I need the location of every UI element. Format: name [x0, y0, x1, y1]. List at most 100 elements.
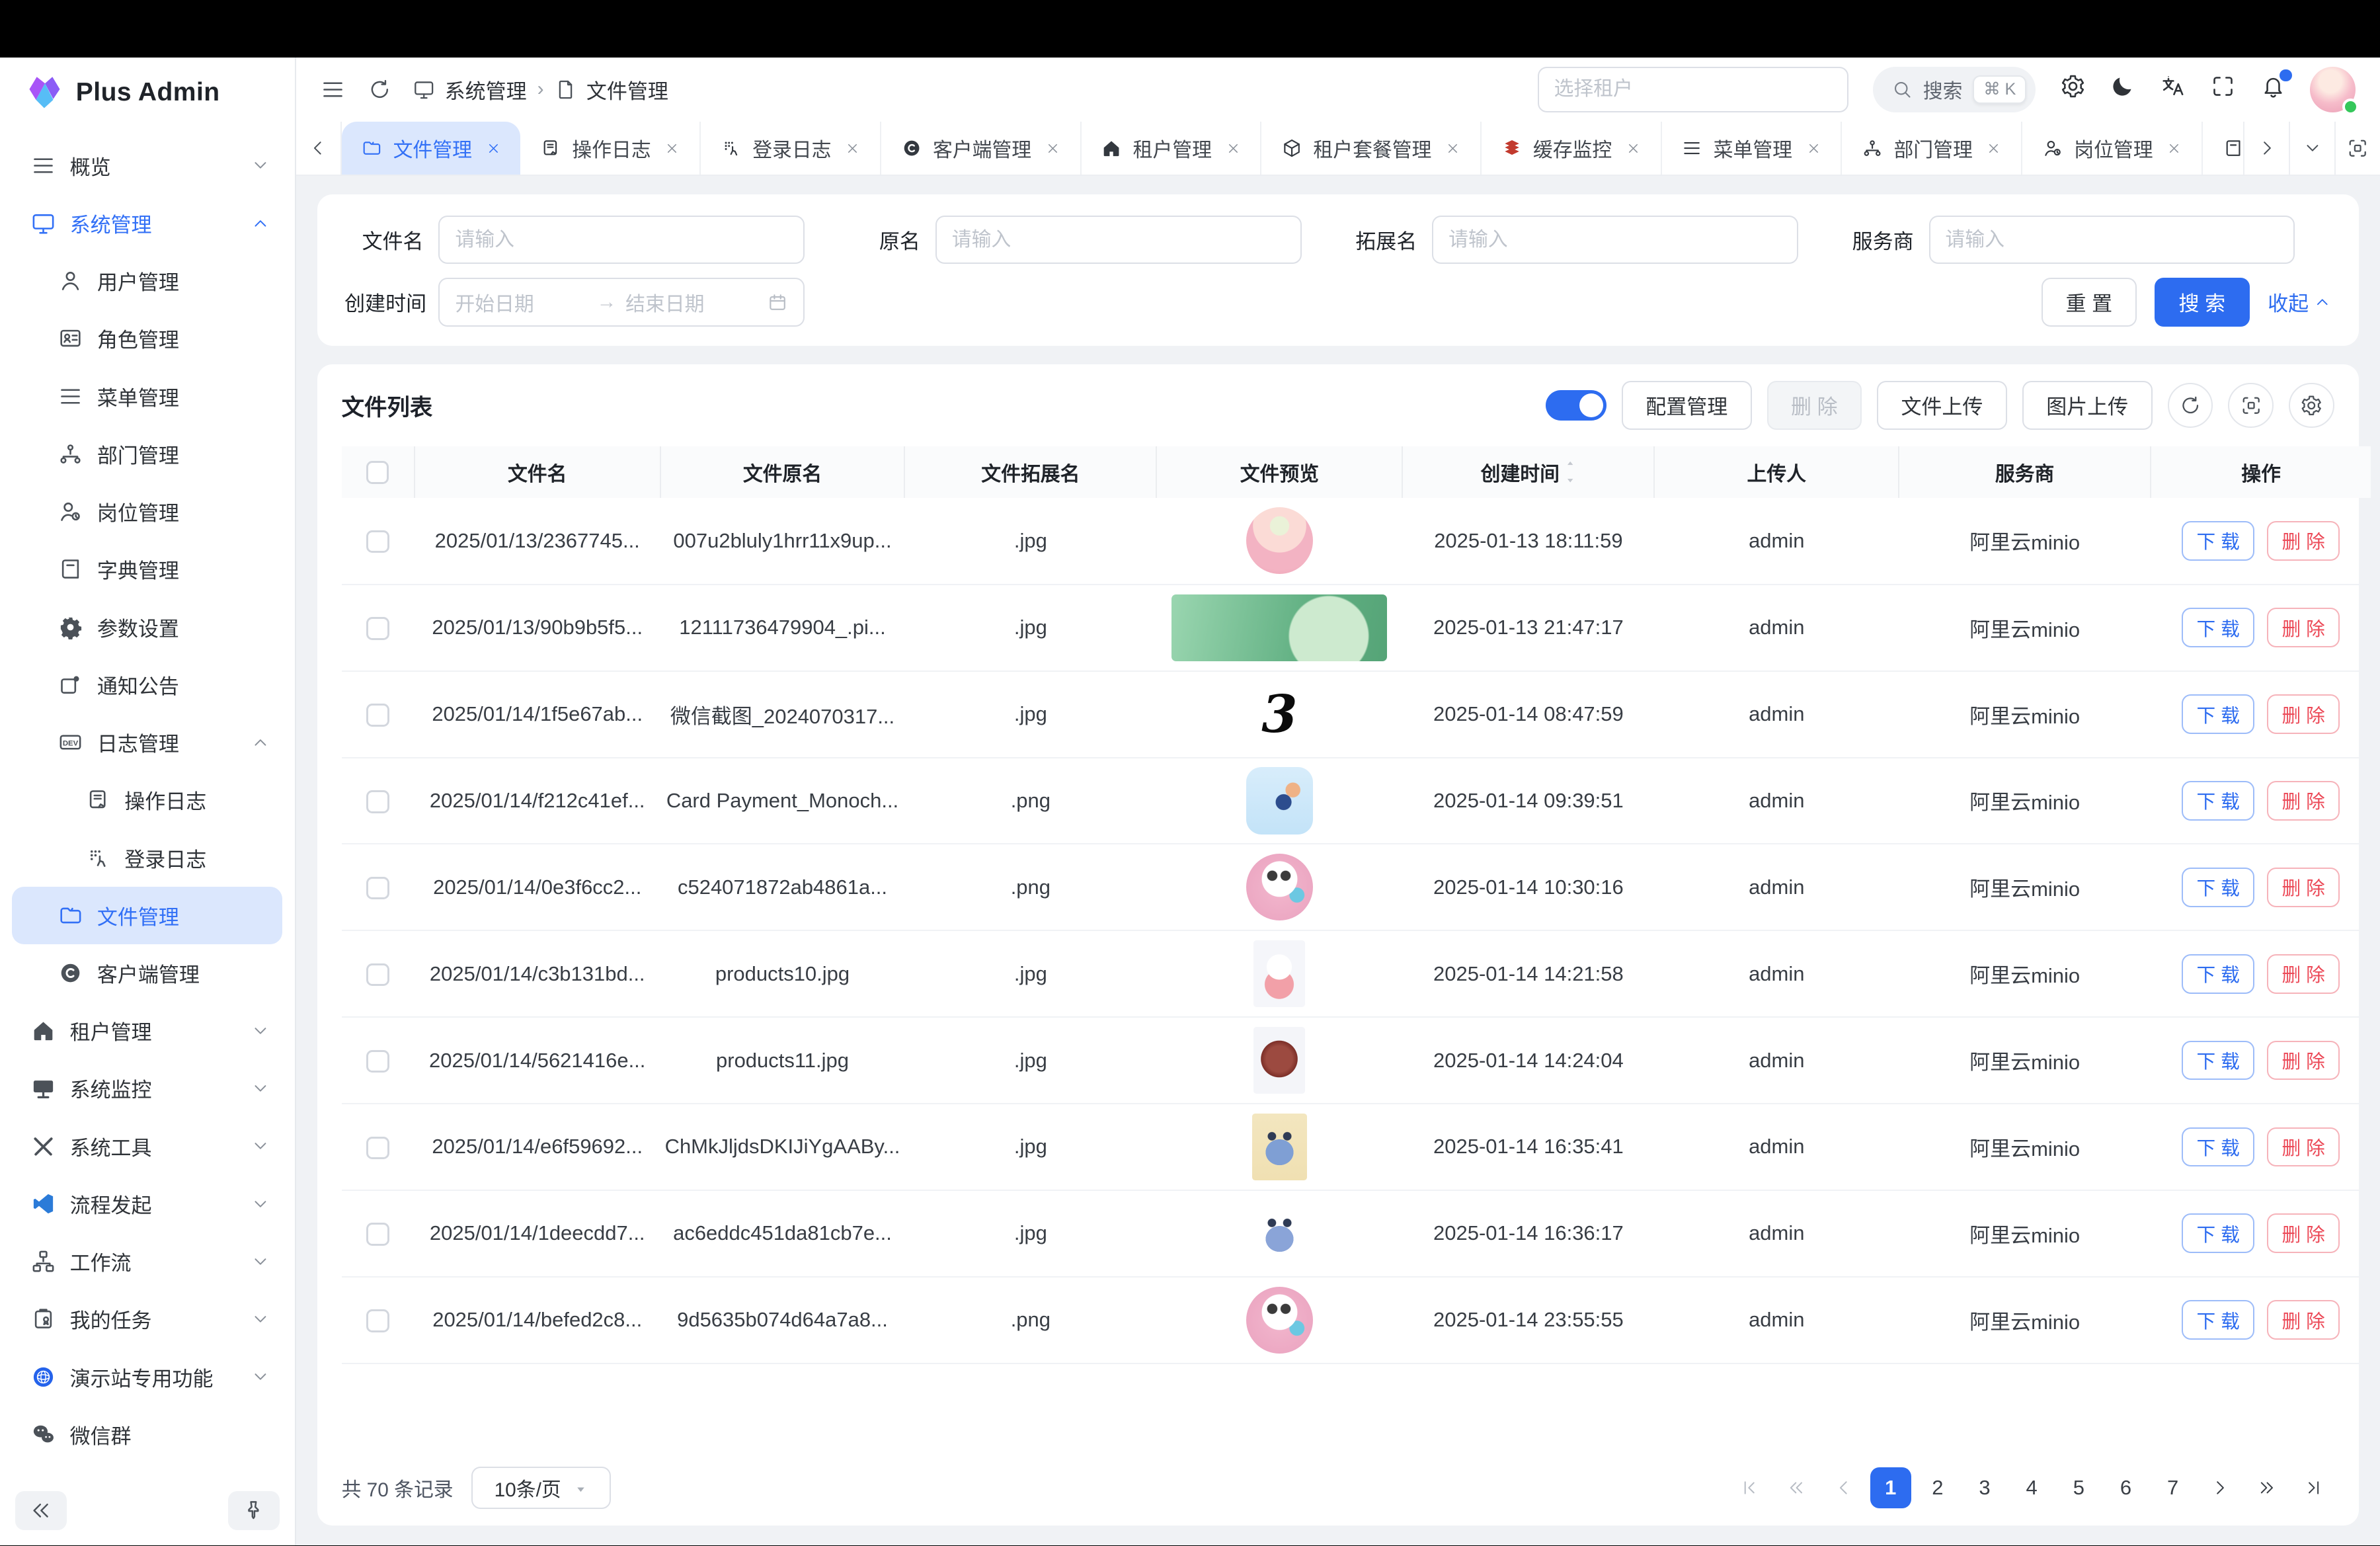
download-button[interactable]: 下 载	[2182, 868, 2255, 907]
sidebar-item-租户管理[interactable]: 租户管理	[12, 1002, 282, 1059]
refresh-page-icon[interactable]	[368, 77, 392, 102]
hamburger-icon[interactable]	[320, 77, 346, 102]
notifications-button[interactable]	[2260, 73, 2286, 105]
settings-button[interactable]	[2060, 73, 2086, 105]
sortable-column[interactable]: 创建时间	[1481, 458, 1577, 487]
fullscreen-button[interactable]	[2210, 73, 2236, 105]
prev-page-button[interactable]	[1823, 1467, 1864, 1508]
breadcrumb-item[interactable]: 文件管理	[555, 75, 668, 104]
download-button[interactable]: 下 载	[2182, 694, 2255, 734]
文件名-input[interactable]	[455, 229, 788, 251]
file-preview-thumbnail-pink-cat-product[interactable]	[1253, 940, 1305, 1007]
page-button-3[interactable]: 3	[1964, 1467, 2005, 1508]
tab-登录日志[interactable]: 登录日志	[701, 122, 881, 175]
tabs-menu-button[interactable]	[2289, 122, 2334, 175]
first-page-button[interactable]	[1729, 1467, 1770, 1508]
sidebar-item-角色管理[interactable]: 角色管理	[12, 309, 282, 367]
原名-input[interactable]	[952, 229, 1285, 251]
collapse-sidebar-button[interactable]	[15, 1491, 67, 1531]
file-preview-thumbnail-dark-red-ball-product[interactable]	[1253, 1027, 1305, 1094]
sidebar-item-部门管理[interactable]: 部门管理	[12, 425, 282, 483]
sidebar-item-我的任务[interactable]: 我的任务	[12, 1290, 282, 1348]
拓展名-input[interactable]	[1448, 229, 1782, 251]
toolbar-button-图片上传[interactable]: 图片上传	[2022, 381, 2153, 429]
toolbar-button-文件上传[interactable]: 文件上传	[1877, 381, 2007, 429]
row-checkbox[interactable]	[366, 1309, 389, 1332]
tabs-scroll-right-button[interactable]	[2243, 122, 2289, 175]
page-button-1[interactable]: 1	[1870, 1467, 1911, 1508]
breadcrumb-item[interactable]: 系统管理	[413, 75, 526, 104]
sidebar-item-概览[interactable]: 概览	[12, 137, 282, 194]
avatar[interactable]	[2310, 67, 2356, 112]
sidebar-item-日志管理[interactable]: DEV日志管理	[12, 713, 282, 771]
language-button[interactable]	[2160, 73, 2186, 105]
download-button[interactable]: 下 载	[2182, 1127, 2255, 1167]
tab-菜单管理[interactable]: 菜单管理	[1662, 122, 1843, 175]
page-button-6[interactable]: 6	[2105, 1467, 2146, 1508]
sidebar-item-流程发起[interactable]: 流程发起	[12, 1175, 282, 1233]
tab-缓存监控[interactable]: 缓存监控	[1482, 122, 1662, 175]
sidebar-item-用户管理[interactable]: 用户管理	[12, 252, 282, 309]
file-preview-thumbnail-robot-sunglasses[interactable]	[1246, 1287, 1313, 1354]
page-size-select[interactable]: 10条/页	[471, 1467, 611, 1509]
row-checkbox[interactable]	[366, 1137, 389, 1159]
sidebar-item-字典管理[interactable]: 字典管理	[12, 540, 282, 598]
table-fullscreen-button[interactable]	[2228, 383, 2274, 428]
collapse-filters-link[interactable]: 收起	[2268, 287, 2331, 317]
download-button[interactable]: 下 载	[2182, 1300, 2255, 1340]
tab-客户端管理[interactable]: 客户端管理	[881, 122, 1082, 175]
reset-button[interactable]: 重 置	[2042, 278, 2136, 326]
page-button-2[interactable]: 2	[1917, 1467, 1958, 1508]
download-button[interactable]: 下 载	[2182, 1041, 2255, 1080]
row-checkbox[interactable]	[366, 963, 389, 986]
sidebar-item-参数设置[interactable]: 参数设置	[12, 598, 282, 655]
date-range-input[interactable]: 开始日期 → 结束日期	[438, 278, 805, 326]
tab-租户管理[interactable]: 租户管理	[1082, 122, 1262, 175]
tab-文件管理[interactable]: 文件管理	[342, 122, 521, 175]
tab-部门管理[interactable]: 部门管理	[1842, 122, 2022, 175]
sidebar-item-工作流[interactable]: 工作流	[12, 1233, 282, 1290]
tab-操作日志[interactable]: 操作日志	[520, 122, 701, 175]
download-button[interactable]: 下 载	[2182, 1213, 2255, 1253]
delete-button[interactable]: 删 除	[2267, 1213, 2340, 1253]
content-fullscreen-button[interactable]	[2334, 122, 2380, 175]
服务商-input[interactable]	[1945, 229, 2278, 251]
page-button-7[interactable]: 7	[2153, 1467, 2194, 1508]
delete-button[interactable]: 删 除	[2267, 1300, 2340, 1340]
delete-button[interactable]: 删 除	[2267, 781, 2340, 821]
delete-button[interactable]: 删 除	[2267, 954, 2340, 994]
delete-button[interactable]: 删 除	[2267, 1127, 2340, 1167]
page-button-4[interactable]: 4	[2011, 1467, 2052, 1508]
select-all-checkbox[interactable]	[366, 461, 389, 483]
global-search-button[interactable]: 搜索 ⌘ K	[1873, 67, 2036, 112]
page-button-5[interactable]: 5	[2058, 1467, 2099, 1508]
next-5-pages-button[interactable]	[2246, 1467, 2287, 1508]
file-preview-thumbnail-stitch-cartoon[interactable]	[1252, 1114, 1307, 1180]
dark-mode-button[interactable]	[2110, 73, 2135, 105]
sidebar-item-系统工具[interactable]: 系统工具	[12, 1118, 282, 1175]
row-checkbox[interactable]	[366, 1050, 389, 1073]
file-preview-thumbnail-black-calligraphy-3[interactable]: 3	[1234, 681, 1326, 748]
column-header-创建时间[interactable]: 创建时间	[1402, 446, 1654, 498]
last-page-button[interactable]	[2293, 1467, 2334, 1508]
delete-button[interactable]: 删 除	[2267, 694, 2340, 734]
file-preview-thumbnail-pink-plush-toy[interactable]	[1246, 507, 1313, 574]
download-button[interactable]: 下 载	[2182, 954, 2255, 994]
row-checkbox[interactable]	[366, 530, 389, 553]
refresh-table-button[interactable]	[2168, 383, 2213, 428]
tabs-scroll-left-button[interactable]	[296, 122, 342, 175]
sidebar-item-客户端管理[interactable]: 客户端管理	[12, 944, 282, 1002]
pin-sidebar-button[interactable]	[228, 1491, 280, 1531]
download-button[interactable]: 下 载	[2182, 521, 2255, 561]
file-preview-thumbnail-stitch-cartoon[interactable]	[1252, 1200, 1307, 1267]
sidebar-item-系统管理[interactable]: 系统管理	[12, 194, 282, 252]
row-checkbox[interactable]	[366, 704, 389, 726]
file-preview-thumbnail-card-payment-illustration[interactable]	[1246, 767, 1313, 834]
sidebar-item-微信群[interactable]: 微信群	[12, 1406, 282, 1463]
sidebar-item-岗位管理[interactable]: 岗位管理	[12, 483, 282, 540]
column-settings-button[interactable]	[2289, 383, 2334, 428]
download-button[interactable]: 下 载	[2182, 608, 2255, 647]
delete-button[interactable]: 删 除	[2267, 868, 2340, 907]
tenant-select-input[interactable]	[1538, 67, 1849, 112]
tab-岗位管理[interactable]: 岗位管理	[2022, 122, 2203, 175]
